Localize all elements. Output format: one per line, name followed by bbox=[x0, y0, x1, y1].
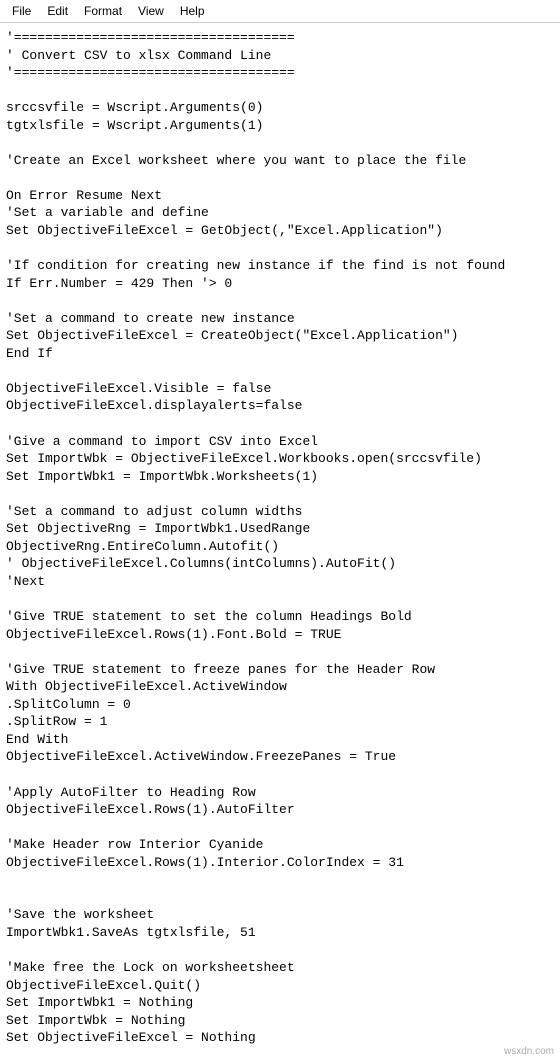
text-editor-area[interactable]: '==================================== ' … bbox=[0, 23, 560, 1061]
menu-help[interactable]: Help bbox=[172, 2, 213, 20]
watermark: wsxdn.com bbox=[504, 1046, 554, 1057]
menu-edit[interactable]: Edit bbox=[39, 2, 76, 20]
menu-view[interactable]: View bbox=[130, 2, 172, 20]
menu-format[interactable]: Format bbox=[76, 2, 130, 20]
menu-file[interactable]: File bbox=[4, 2, 39, 20]
menubar: File Edit Format View Help bbox=[0, 0, 560, 23]
